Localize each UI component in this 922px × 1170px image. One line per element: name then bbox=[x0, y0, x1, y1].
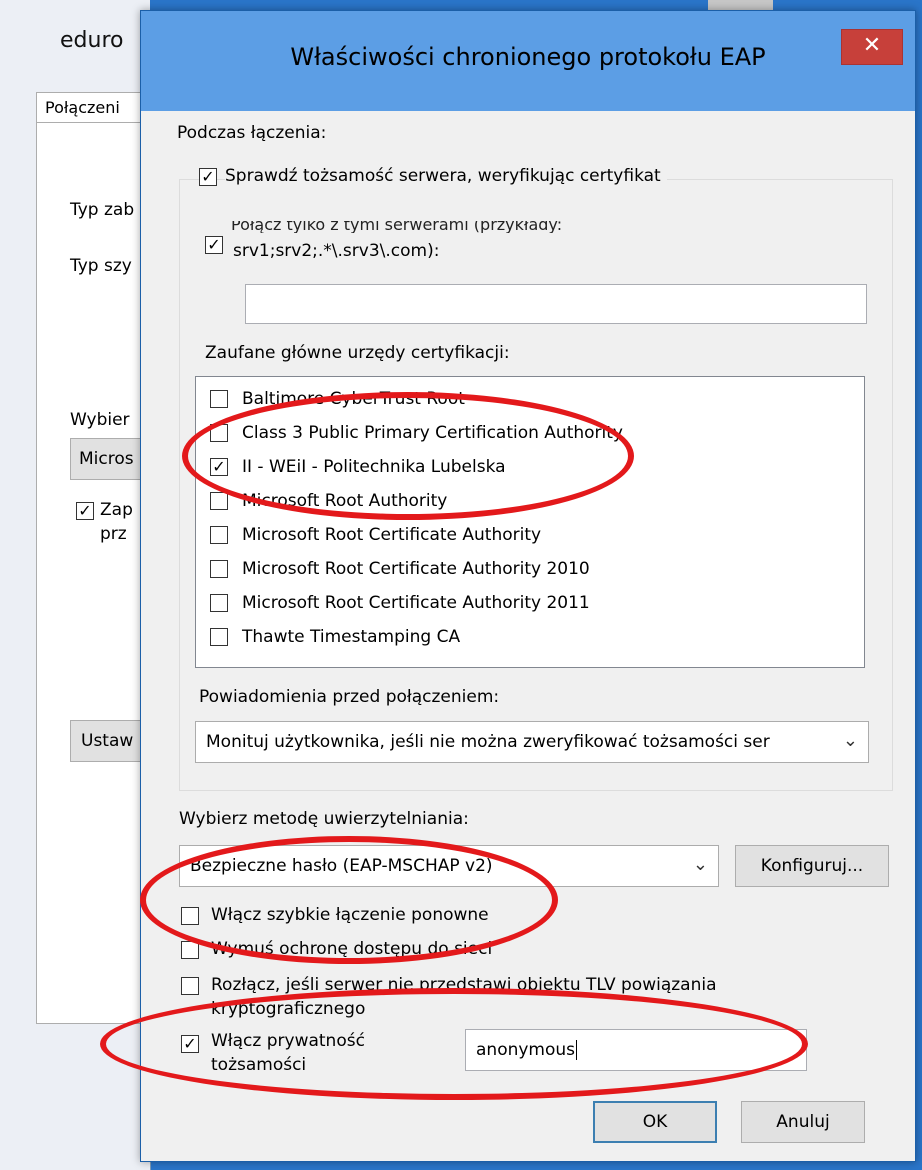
ca-name: Microsoft Root Certificate Authority 201… bbox=[242, 593, 590, 613]
background-window-edge bbox=[708, 0, 773, 10]
eap-properties-dialog: Właściwości chronionego protokołu EAP ✕ … bbox=[140, 10, 916, 1162]
background-label-choose: Wybier bbox=[70, 410, 130, 430]
dialog-title: Właściwości chronionego protokołu EAP bbox=[290, 43, 766, 71]
ca-name: Microsoft Root Certificate Authority 201… bbox=[242, 559, 590, 579]
trusted-ca-label: Zaufane główne urzędy certyfikacji: bbox=[205, 343, 510, 363]
dialog-content: Podczas łączenia: ✓ Sprawdź tożsamość se… bbox=[141, 111, 915, 1161]
ca-checkbox[interactable] bbox=[210, 492, 228, 510]
ca-name: Baltimore CyberTrust Root bbox=[242, 389, 465, 409]
list-item[interactable]: Baltimore CyberTrust Root bbox=[196, 382, 864, 417]
connect-servers-label-line1: Połącz tylko z tymi serwerami (przykłady… bbox=[231, 221, 563, 233]
disconnect-tlv-checkbox[interactable] bbox=[181, 977, 199, 995]
fast-reconnect-label: Włącz szybkie łączenie ponowne bbox=[211, 905, 489, 925]
anonymous-identity-value: anonymous bbox=[476, 1040, 576, 1060]
list-item[interactable]: Microsoft Root Certificate Authority 201… bbox=[196, 586, 864, 621]
auth-method-label: Wybierz metodę uwierzytelniania: bbox=[179, 809, 469, 829]
ca-name: Microsoft Root Authority bbox=[242, 491, 448, 511]
servers-input[interactable] bbox=[245, 284, 867, 324]
enforce-nap-label: Wymuś ochronę dostępu do sieci bbox=[211, 939, 493, 959]
background-label-security-type: Typ zab bbox=[70, 200, 135, 220]
text-caret bbox=[576, 1040, 578, 1060]
identity-privacy-checkbox[interactable]: ✓ bbox=[181, 1035, 199, 1053]
verify-server-checkbox[interactable]: ✓ bbox=[199, 168, 217, 186]
connect-servers-label-line2: srv1;srv2;.*\.srv3\.com): bbox=[233, 241, 440, 261]
cancel-button[interactable]: Anuluj bbox=[741, 1101, 865, 1143]
list-item[interactable]: Class 3 Public Primary Certification Aut… bbox=[196, 416, 864, 451]
ca-checkbox[interactable] bbox=[210, 424, 228, 442]
ca-name: Microsoft Root Certificate Authority bbox=[242, 525, 542, 545]
notifications-label: Powiadomienia przed połączeniem: bbox=[199, 687, 500, 707]
dialog-titlebar[interactable]: Właściwości chronionego protokołu EAP ✕ bbox=[141, 11, 915, 111]
background-label-encryption-type: Typ szy bbox=[70, 256, 132, 276]
verify-server-label: Sprawdź tożsamość serwera, weryfikując c… bbox=[225, 166, 667, 186]
fast-reconnect-checkbox[interactable] bbox=[181, 907, 199, 925]
chevron-down-icon: ⌄ bbox=[692, 854, 708, 875]
list-item[interactable]: Microsoft Root Authority bbox=[196, 484, 864, 519]
ca-checkbox[interactable] bbox=[210, 390, 228, 408]
close-icon: ✕ bbox=[862, 33, 882, 58]
background-window-title: eduro bbox=[60, 28, 124, 53]
background-tab-connection[interactable]: Połączeni bbox=[36, 92, 156, 122]
notifications-value: Monituj użytkownika, jeśli nie można zwe… bbox=[206, 732, 770, 752]
notifications-select[interactable]: Monituj użytkownika, jeśli nie można zwe… bbox=[195, 721, 869, 763]
ca-name: Thawte Timestamping CA bbox=[242, 627, 461, 647]
background-remember-label-line2: prz bbox=[100, 524, 127, 544]
configure-button[interactable]: Konfiguruj... bbox=[735, 845, 889, 887]
ca-checkbox[interactable] bbox=[210, 560, 228, 578]
ca-checkbox[interactable] bbox=[210, 594, 228, 612]
ok-button[interactable]: OK bbox=[593, 1101, 717, 1143]
identity-privacy-label-line2: tożsamości bbox=[211, 1055, 307, 1075]
auth-method-select[interactable]: Bezpieczne hasło (EAP-MSCHAP v2) ⌄ bbox=[179, 845, 719, 887]
close-button[interactable]: ✕ bbox=[841, 29, 903, 65]
background-desktop-strip bbox=[150, 0, 922, 10]
ca-checkbox[interactable] bbox=[210, 628, 228, 646]
disconnect-tlv-label-line1: Rozłącz, jeśli serwer nie przedstawi obi… bbox=[211, 975, 717, 995]
list-item[interactable]: ✓ II - WEiI - Politechnika Lubelska bbox=[196, 450, 864, 485]
background-remember-checkbox[interactable]: ✓ bbox=[76, 502, 94, 520]
connecting-heading: Podczas łączenia: bbox=[177, 123, 327, 143]
auth-method-value: Bezpieczne hasło (EAP-MSCHAP v2) bbox=[190, 856, 493, 876]
ca-name: II - WEiI - Politechnika Lubelska bbox=[242, 457, 506, 477]
background-window: eduro Połączeni Typ zab Typ szy Wybier M… bbox=[0, 0, 170, 1170]
enforce-nap-checkbox[interactable] bbox=[181, 941, 199, 959]
ca-name: Class 3 Public Primary Certification Aut… bbox=[242, 423, 623, 443]
anonymous-identity-input[interactable]: anonymous bbox=[465, 1029, 807, 1071]
list-item[interactable]: Microsoft Root Certificate Authority bbox=[196, 518, 864, 553]
list-item[interactable]: Thawte Timestamping CA bbox=[196, 620, 864, 655]
disconnect-tlv-label-line2: kryptograficznego bbox=[211, 999, 366, 1019]
background-remember-label-line1: Zap bbox=[100, 500, 133, 520]
list-item[interactable]: Microsoft Root Certificate Authority 201… bbox=[196, 552, 864, 587]
ca-checkbox[interactable] bbox=[210, 526, 228, 544]
connect-servers-checkbox[interactable]: ✓ bbox=[205, 236, 223, 254]
identity-privacy-label-line1: Włącz prywatność bbox=[211, 1031, 365, 1051]
ca-checkbox[interactable]: ✓ bbox=[210, 458, 228, 476]
trusted-ca-list[interactable]: Baltimore CyberTrust Root Class 3 Public… bbox=[195, 376, 865, 668]
chevron-down-icon: ⌄ bbox=[842, 730, 858, 751]
